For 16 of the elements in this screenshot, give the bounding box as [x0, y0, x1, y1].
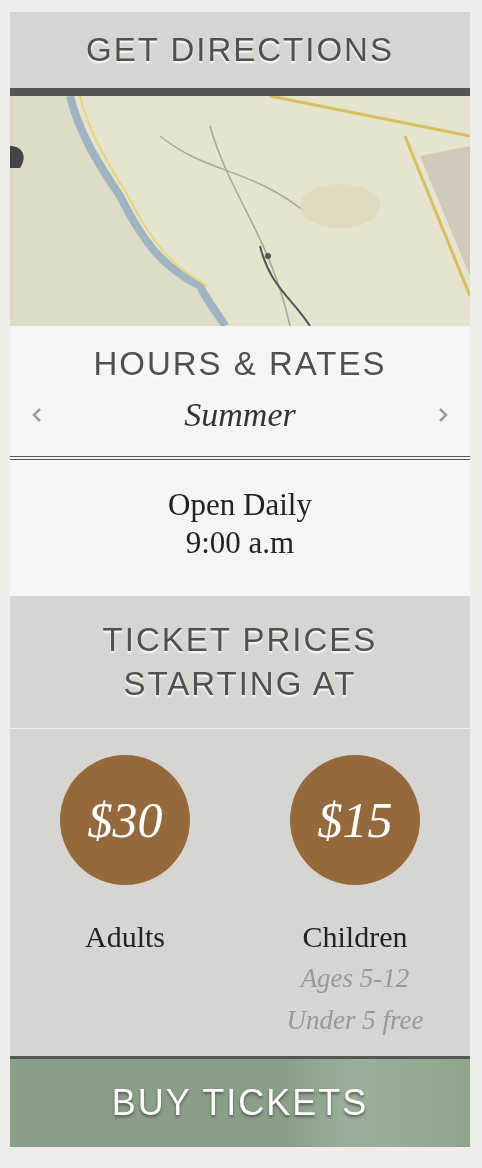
schedule-text: 9:00 a.m [185, 524, 295, 562]
schedule-text: Open Daily [168, 486, 312, 524]
season-label: Summer [184, 396, 296, 434]
price-label: Children [302, 919, 408, 955]
section-title: TICKET PRICES [102, 620, 378, 660]
section-title: HOURS & RATES [93, 344, 387, 384]
price-note: Ages 5-12 [300, 962, 410, 995]
directions-button[interactable]: GET DIRECTIONS [10, 12, 470, 96]
price-badge: $30 [60, 755, 190, 885]
price-note: Under 5 free [286, 1004, 424, 1037]
price-label: Adults [85, 919, 165, 955]
chevron-left-icon[interactable] [32, 407, 42, 423]
price-badge: $15 [290, 755, 420, 885]
chevron-right-icon[interactable] [438, 407, 448, 423]
section-title: STARTING AT [123, 664, 357, 704]
buy-tickets-button[interactable]: BUY TICKETS [10, 1059, 470, 1147]
